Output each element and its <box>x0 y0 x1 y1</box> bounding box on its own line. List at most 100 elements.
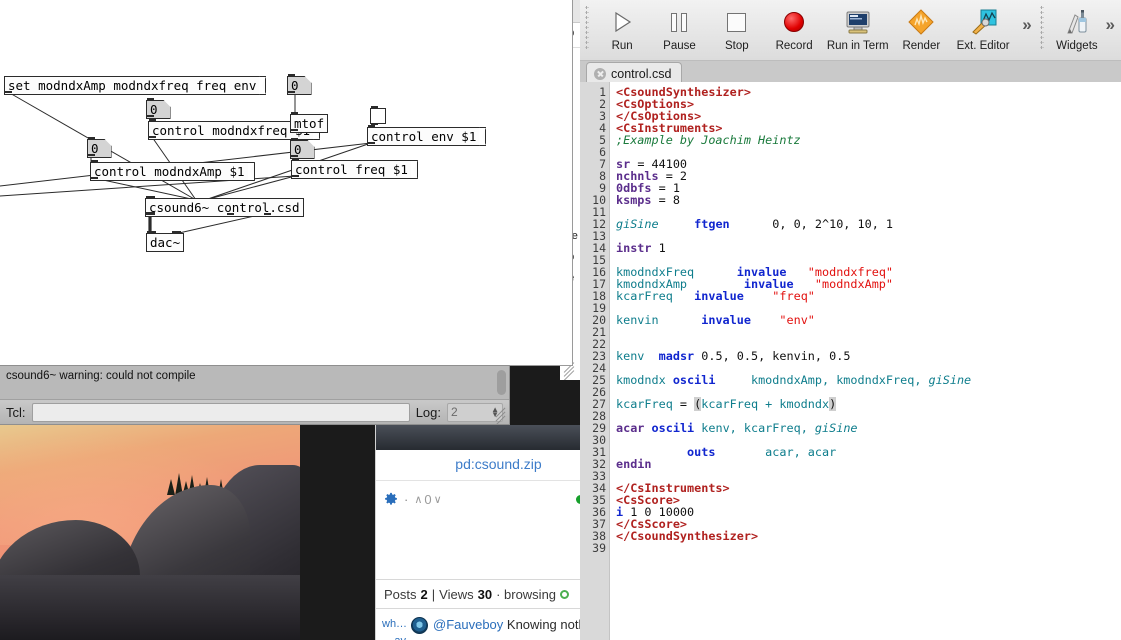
pd-message-control-env[interactable]: control env $1 <box>367 127 487 146</box>
render-diamond-icon <box>908 7 935 37</box>
forum-vote-controls[interactable]: ∧ 0 ∨ <box>414 492 441 507</box>
pd-inlet[interactable] <box>288 74 295 76</box>
widgets-overflow-button[interactable]: » <box>1106 3 1121 35</box>
pd-message-control-freq[interactable]: control freq $1 <box>291 160 418 179</box>
code-line: kenvin invalue "env" <box>616 314 1121 326</box>
record-button[interactable]: Record <box>765 3 822 52</box>
pd-inlet[interactable] <box>149 119 156 121</box>
log-label: Log: <box>415 404 441 420</box>
forum-reply-line-1: @Fauveboy Knowing nothin <box>433 616 596 633</box>
pd-outlet[interactable] <box>5 91 12 93</box>
gear-icon[interactable] <box>384 492 398 506</box>
tcl-input[interactable] <box>31 402 410 422</box>
code-line: ksmps = 8 <box>616 194 1121 206</box>
forum-vote-count: 0 <box>424 491 432 507</box>
pd-signal-inlet-right[interactable] <box>172 231 181 234</box>
run-in-term-button[interactable]: Run in Term <box>823 3 893 52</box>
pd-outlet[interactable] <box>291 129 298 131</box>
code-line: giSine ftgen 0, 0, 2^10, 10, 1 <box>616 218 1121 230</box>
pd-outlet[interactable] <box>368 142 375 144</box>
pd-outlet[interactable] <box>291 155 298 157</box>
pd-message-control-modndxamp[interactable]: control modndxAmp $1 <box>90 162 255 181</box>
forum-reply-username[interactable]: @Fauveboy <box>433 617 503 632</box>
forum-separator-dot: · <box>404 491 409 507</box>
run-button[interactable]: Run <box>593 3 650 52</box>
pd-message-set-params[interactable]: set modndxAmp modndxfreq freq env <box>4 76 267 95</box>
record-button-label: Record <box>775 40 813 52</box>
code-token: kenvin <box>772 349 815 363</box>
stop-button[interactable]: Stop <box>708 3 765 52</box>
pd-inlet[interactable] <box>291 138 298 140</box>
pd-outlet[interactable] <box>91 177 98 179</box>
code-editor[interactable]: 1 2 3 4 5 6 7 8 9 10 11 12 13 14 15 16 17 18 19 20 21 22 23 24 2… <box>580 82 1121 640</box>
code-token: = 8 <box>651 193 680 207</box>
pd-inlet[interactable] <box>147 98 154 100</box>
code-line: </CsInstruments> <box>616 482 1121 494</box>
pd-patch-window[interactable]: set modndxAmp modndxfreq freq env 0 0 co… <box>0 0 573 366</box>
render-button[interactable]: Render <box>893 3 950 52</box>
code-token: outs <box>687 445 716 459</box>
pd-console-resize-grip[interactable] <box>494 407 507 424</box>
pd-inlet[interactable] <box>371 106 378 108</box>
code-token: kmodndxAmp, kmodndxFreq, <box>750 373 929 387</box>
pd-outlet-middle[interactable] <box>227 213 234 215</box>
pd-inlet[interactable] <box>91 160 98 162</box>
pd-inlet[interactable] <box>368 125 375 127</box>
forum-reply-side-1: wh… <box>382 618 408 630</box>
pd-outlet-right[interactable] <box>264 213 271 215</box>
code-token: </CsoundSynthesizer> <box>616 529 759 543</box>
render-button-label: Render <box>902 40 941 52</box>
pd-outlet[interactable] <box>88 154 95 156</box>
pause-button[interactable]: Pause <box>651 3 708 52</box>
code-line: outs acar, acar <box>616 446 1121 458</box>
pd-inlet[interactable] <box>291 112 298 114</box>
csoundqt-toolbar: Run Pause Stop Record Run in Term Render… <box>580 0 1121 61</box>
widgets-button[interactable]: Widgets <box>1048 3 1105 52</box>
play-icon <box>611 7 633 37</box>
desktop-wallpaper <box>0 425 300 640</box>
tab-label: control.csd <box>611 67 672 81</box>
ext-editor-button[interactable]: Ext. Editor <box>950 3 1016 52</box>
avatar[interactable] <box>411 617 428 634</box>
csoundqt-window[interactable]: Run Pause Stop Record Run in Term Render… <box>580 0 1121 640</box>
pd-console-scrollbar[interactable] <box>497 370 506 395</box>
pd-object-csound6[interactable]: csound6~ control.csd <box>145 198 304 217</box>
toolbar-drag-handle[interactable] <box>585 5 590 51</box>
pd-signal-inlet[interactable] <box>146 196 155 199</box>
pd-inlet[interactable] <box>88 137 95 139</box>
pd-outlet[interactable] <box>149 136 156 138</box>
forum-reply-side-labels: wh… av <box>382 616 408 640</box>
code-token: oscili <box>672 373 716 387</box>
pd-outlet[interactable] <box>288 91 295 93</box>
code-text-area[interactable]: <CsoundSynthesizer> <CsOptions> </CsOption… <box>610 82 1121 640</box>
downvote-caret-icon[interactable]: ∨ <box>434 493 442 506</box>
line-number: 39 <box>592 541 606 555</box>
code-line: acar oscili kenv, kcarFreq, giSine <box>616 422 1121 434</box>
code-token: kcarFreq + kmodndx <box>701 397 830 411</box>
pd-signal-outlet-left[interactable] <box>146 212 155 215</box>
background-browser-resize-grip[interactable] <box>562 362 576 380</box>
code-line: i 1 0 10000 <box>616 506 1121 518</box>
code-token: invalue <box>701 313 751 327</box>
toolbar-overflow-button[interactable]: » <box>1016 3 1037 35</box>
code-line: sr = 44100 <box>616 158 1121 170</box>
pd-console-window[interactable]: csound6~ warning: could not compile Tcl:… <box>0 365 510 425</box>
run-in-term-button-label: Run in Term <box>826 40 889 52</box>
pd-inlet[interactable] <box>292 158 299 160</box>
pd-patch-canvas[interactable] <box>0 0 572 365</box>
code-token: 1 <box>651 241 666 255</box>
code-token: kcarFreq <box>616 289 673 303</box>
pd-outlet[interactable] <box>147 115 154 117</box>
pd-outlet[interactable] <box>292 175 299 177</box>
pd-object-dac[interactable]: dac~ <box>146 233 185 252</box>
pd-toggle-env[interactable] <box>370 108 386 124</box>
close-icon[interactable] <box>594 68 606 80</box>
log-level-value: 2 <box>451 405 458 419</box>
upvote-caret-icon[interactable]: ∧ <box>414 493 422 506</box>
toolbar-drag-handle-2[interactable] <box>1039 5 1045 51</box>
pd-signal-inlet-left[interactable] <box>147 231 156 234</box>
